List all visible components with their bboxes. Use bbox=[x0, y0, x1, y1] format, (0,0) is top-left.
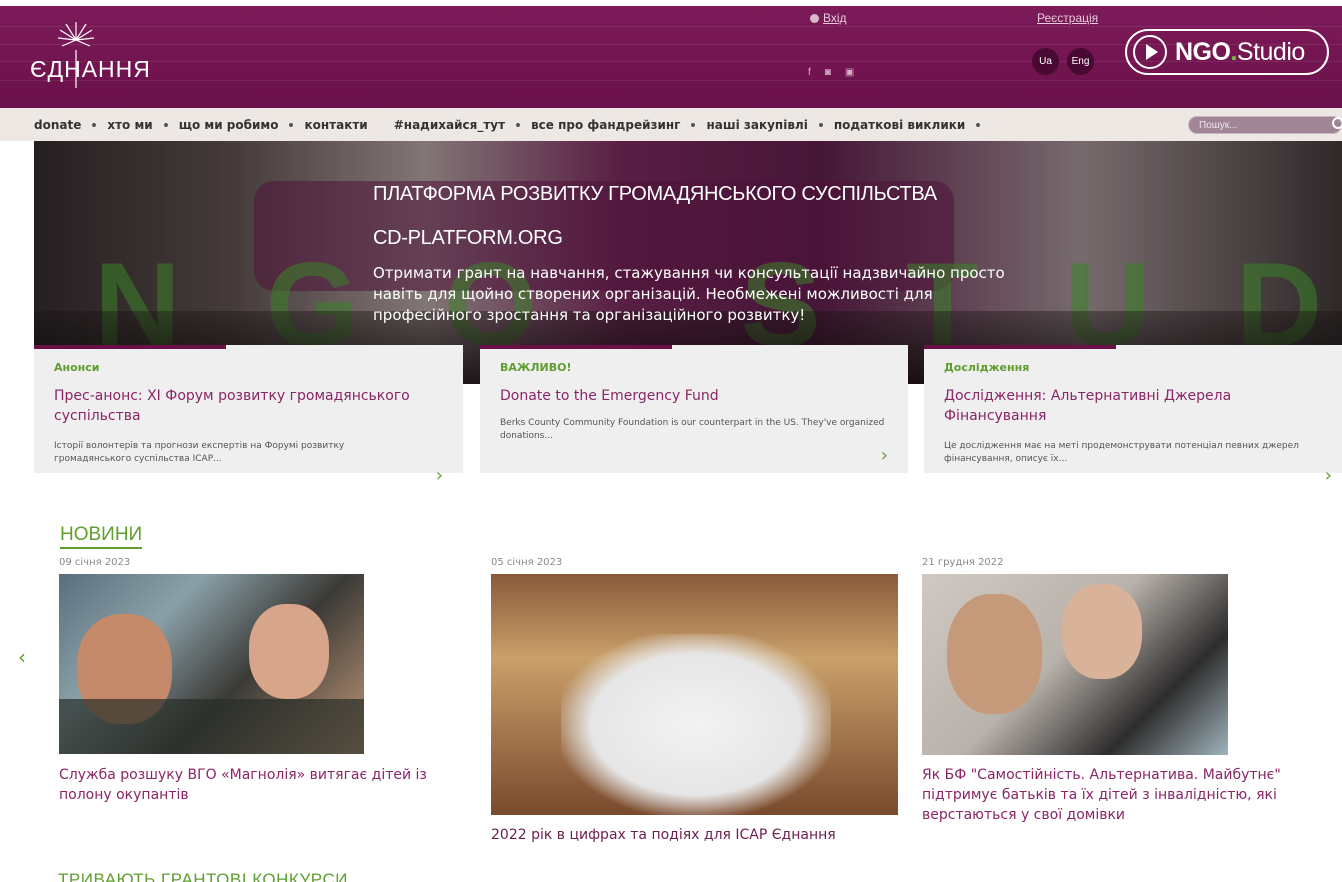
photo-figure bbox=[249, 604, 329, 699]
social-links: f ◙ ▣ bbox=[808, 67, 854, 78]
news-photo[interactable] bbox=[59, 574, 364, 754]
nav-item-fundraising[interactable]: все про фандрейзинг bbox=[531, 118, 680, 132]
news-title-link[interactable]: Як БФ "Самостійність. Альтернатива. Майб… bbox=[922, 765, 1302, 825]
register-link[interactable]: Реєстрація bbox=[1037, 11, 1098, 25]
photo-figure bbox=[1062, 584, 1142, 679]
nav-item-procurement[interactable]: наші закупівлі bbox=[706, 118, 807, 132]
language-switcher: Ua Eng bbox=[1032, 48, 1094, 75]
card-title[interactable]: Donate to the Emergency Fund bbox=[500, 386, 890, 406]
research-card[interactable]: Дослідження Дослідження: Альтернативні Д… bbox=[924, 345, 1342, 486]
nav-separator bbox=[818, 122, 823, 127]
main-nav: donate хто ми що ми робимо контакти #над… bbox=[0, 108, 1342, 141]
nav-separator bbox=[92, 122, 97, 127]
instagram-icon[interactable]: ◙ bbox=[825, 67, 831, 78]
card-title[interactable]: Прес-анонс: ХІ Форум розвитку громадянсь… bbox=[54, 386, 434, 426]
nav-item-tax[interactable]: податкові виклики bbox=[834, 118, 965, 132]
card-category: ВАЖЛИВО! bbox=[500, 361, 572, 374]
card-text: Berks County Community Foundation is our… bbox=[500, 418, 885, 441]
card-accent-bar bbox=[924, 345, 1116, 349]
card-category: Анонси bbox=[54, 361, 100, 374]
photo-figure bbox=[947, 594, 1042, 714]
nav-item-what-we-do[interactable]: що ми робимо bbox=[179, 118, 279, 132]
nav-separator bbox=[289, 122, 294, 127]
hero-title: ПЛАТФОРМА РОЗВИТКУ ГРОМАДЯНСЬКОГО СУСПІЛ… bbox=[373, 183, 937, 205]
news-date: 09 січня 2023 bbox=[59, 557, 131, 568]
hero-description: Отримати грант на навчання, стажування ч… bbox=[373, 264, 1005, 324]
nav-separator bbox=[691, 122, 696, 127]
lang-eng-button[interactable]: Eng bbox=[1067, 48, 1094, 75]
nav-item-inspire[interactable]: #надихайся_тут bbox=[394, 118, 505, 132]
nav-separator bbox=[976, 122, 981, 127]
search-icon[interactable] bbox=[1332, 117, 1342, 129]
youtube-icon[interactable]: ▣ bbox=[845, 67, 854, 78]
chevron-left-icon[interactable]: ‹ bbox=[18, 645, 26, 669]
card-title[interactable]: Дослідження: Альтернативні Джерела Фінан… bbox=[944, 386, 1314, 426]
user-icon bbox=[810, 14, 819, 23]
news-photo[interactable] bbox=[491, 574, 898, 815]
card-text: Історії волонтерів та прогнози експертів… bbox=[54, 441, 345, 464]
card-text: Це дослідження має на меті продемонструв… bbox=[944, 441, 1299, 464]
chevron-right-icon[interactable]: › bbox=[1325, 465, 1332, 486]
news-date: 05 січня 2023 bbox=[491, 557, 563, 568]
announcement-card[interactable]: Анонси Прес-анонс: ХІ Форум розвитку гро… bbox=[34, 345, 463, 486]
site-header: ЄДНАННЯ Вхід Реєстрація f ◙ ▣ Ua Eng NGO… bbox=[0, 6, 1342, 108]
logo-text: ЄДНАННЯ bbox=[30, 56, 151, 82]
play-icon bbox=[1133, 35, 1167, 69]
news-photo[interactable] bbox=[922, 574, 1228, 755]
nav-item-donate[interactable]: donate bbox=[34, 118, 81, 132]
nav-separator bbox=[516, 122, 521, 127]
nav-item-contacts[interactable]: контакти bbox=[304, 118, 367, 132]
news-title-link[interactable]: 2022 рік в цифрах та подіях для ІСАР Єдн… bbox=[491, 825, 911, 845]
important-card[interactable]: ВАЖЛИВО! Donate to the Emergency Fund Be… bbox=[480, 345, 908, 473]
login-label: Вхід bbox=[823, 11, 847, 25]
chevron-right-icon[interactable]: › bbox=[436, 465, 443, 486]
photo-shadow bbox=[59, 699, 364, 754]
hero-site: CD-PLATFORM.ORG bbox=[373, 227, 563, 249]
card-accent-bar bbox=[34, 345, 226, 349]
card-accent-bar bbox=[480, 345, 672, 349]
news-date: 21 грудня 2022 bbox=[922, 557, 1004, 568]
ngo-studio-button[interactable]: NGO.Studio bbox=[1125, 29, 1329, 75]
facebook-icon[interactable]: f bbox=[808, 67, 811, 78]
nav-item-about[interactable]: хто ми bbox=[107, 118, 152, 132]
news-heading[interactable]: НОВИНИ bbox=[60, 524, 143, 549]
ngo-studio-label: NGO.Studio bbox=[1175, 37, 1305, 66]
header-texture bbox=[0, 26, 1342, 27]
next-section-heading: ТРИВАЮТЬ ГРАНТОВІ КОНКУРСИ bbox=[58, 872, 348, 882]
card-category: Дослідження bbox=[944, 361, 1030, 374]
header-texture bbox=[0, 80, 1342, 81]
lang-ua-button[interactable]: Ua bbox=[1032, 48, 1059, 75]
search-input[interactable] bbox=[1188, 116, 1342, 134]
nav-separator bbox=[163, 122, 168, 127]
login-link[interactable]: Вхід bbox=[810, 11, 847, 25]
site-logo[interactable]: ЄДНАННЯ bbox=[30, 10, 150, 90]
chevron-right-icon[interactable]: › bbox=[881, 445, 888, 466]
photo-group bbox=[561, 634, 831, 815]
news-title-link[interactable]: Служба розшуку ВГО «Магнолія» витягає ді… bbox=[59, 765, 449, 805]
